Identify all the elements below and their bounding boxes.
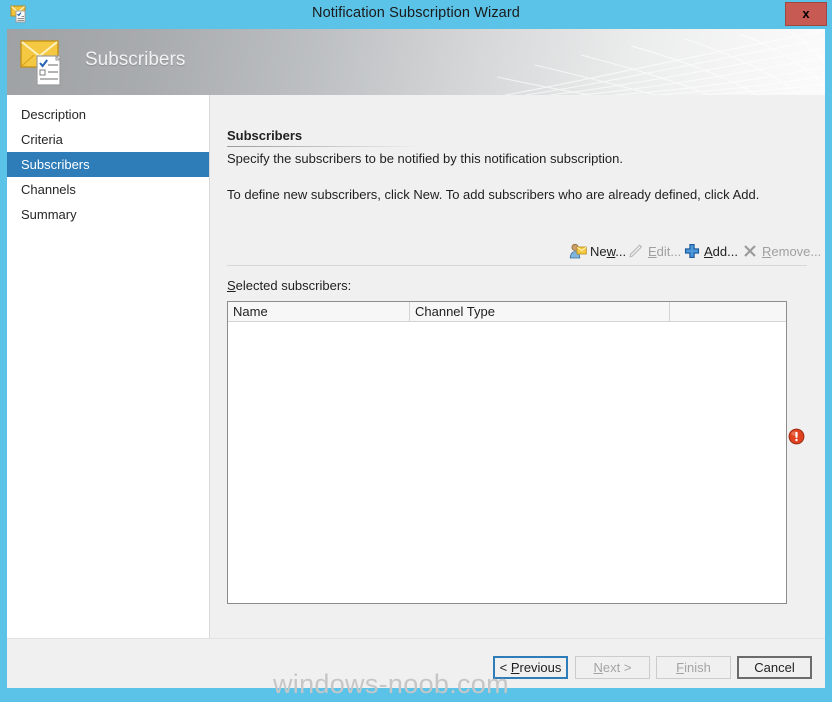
window-title: Notification Subscription Wizard xyxy=(312,5,520,21)
sidebar-item-description[interactable]: Description xyxy=(7,102,209,127)
wizard-window: Notification Subscription Wizard x Subsc… xyxy=(0,0,832,702)
new-button[interactable]: New... xyxy=(569,239,626,263)
selected-subscribers-list[interactable]: Name Channel Type xyxy=(227,301,787,604)
grey-x-icon xyxy=(741,242,759,260)
column-header-spacer[interactable] xyxy=(670,302,786,321)
wizard-step-sidebar: Description Criteria Subscribers Channel… xyxy=(7,95,210,638)
wizard-header: Subscribers xyxy=(7,29,825,95)
title-bar: Notification Subscription Wizard x xyxy=(0,0,832,29)
remove-button: Remove... xyxy=(741,239,821,263)
page-title: Subscribers xyxy=(227,128,303,143)
column-header-name[interactable]: Name xyxy=(228,302,410,321)
column-header-channel-type[interactable]: Channel Type xyxy=(410,302,670,321)
next-button: Next > xyxy=(575,656,650,679)
new-button-label: New... xyxy=(590,243,627,259)
toolbar-divider xyxy=(227,265,807,266)
finish-button: Finish xyxy=(656,656,731,679)
wizard-body: Description Criteria Subscribers Channel… xyxy=(7,95,825,638)
sidebar-item-subscribers[interactable]: Subscribers xyxy=(7,152,209,177)
remove-button-label: Remove... xyxy=(762,243,822,259)
mail-checklist-icon xyxy=(20,39,72,87)
page-description: Specify the subscribers to be notified b… xyxy=(227,151,623,166)
list-label-rest: elected subscribers: xyxy=(235,278,352,293)
user-mail-icon xyxy=(569,242,587,260)
sidebar-item-label: Subscribers xyxy=(21,157,90,172)
sidebar-item-label: Channels xyxy=(21,182,76,197)
page-hint: To define new subscribers, click New. To… xyxy=(227,187,760,202)
sidebar-item-channels[interactable]: Channels xyxy=(7,177,209,202)
blue-plus-icon xyxy=(683,242,701,260)
edit-button-label: Edit... xyxy=(648,243,682,259)
sidebar-item-summary[interactable]: Summary xyxy=(7,202,209,227)
pencil-icon xyxy=(627,242,645,260)
add-button[interactable]: Add... xyxy=(683,239,738,263)
content-pane: Subscribers Specify the subscribers to b… xyxy=(210,95,825,638)
sidebar-item-label: Criteria xyxy=(21,132,63,147)
cancel-button[interactable]: Cancel xyxy=(737,656,812,679)
sidebar-item-label: Summary xyxy=(21,207,77,222)
header-mesh-decoration xyxy=(496,29,825,95)
subscriber-toolbar: New... Edit... Add... Remove... xyxy=(227,239,821,265)
close-button[interactable]: x xyxy=(785,2,827,26)
edit-button: Edit... xyxy=(627,239,681,263)
sidebar-item-criteria[interactable]: Criteria xyxy=(7,127,209,152)
error-exclamation-icon[interactable] xyxy=(788,428,805,445)
watermark: windows-noob.com xyxy=(273,669,509,699)
header-title: Subscribers xyxy=(85,49,186,70)
list-column-header-row: Name Channel Type xyxy=(228,302,786,322)
title-divider xyxy=(227,146,422,147)
sidebar-item-label: Description xyxy=(21,107,87,122)
add-button-label: Add... xyxy=(704,243,738,259)
selected-subscribers-label: Selected subscribers: xyxy=(227,278,352,293)
